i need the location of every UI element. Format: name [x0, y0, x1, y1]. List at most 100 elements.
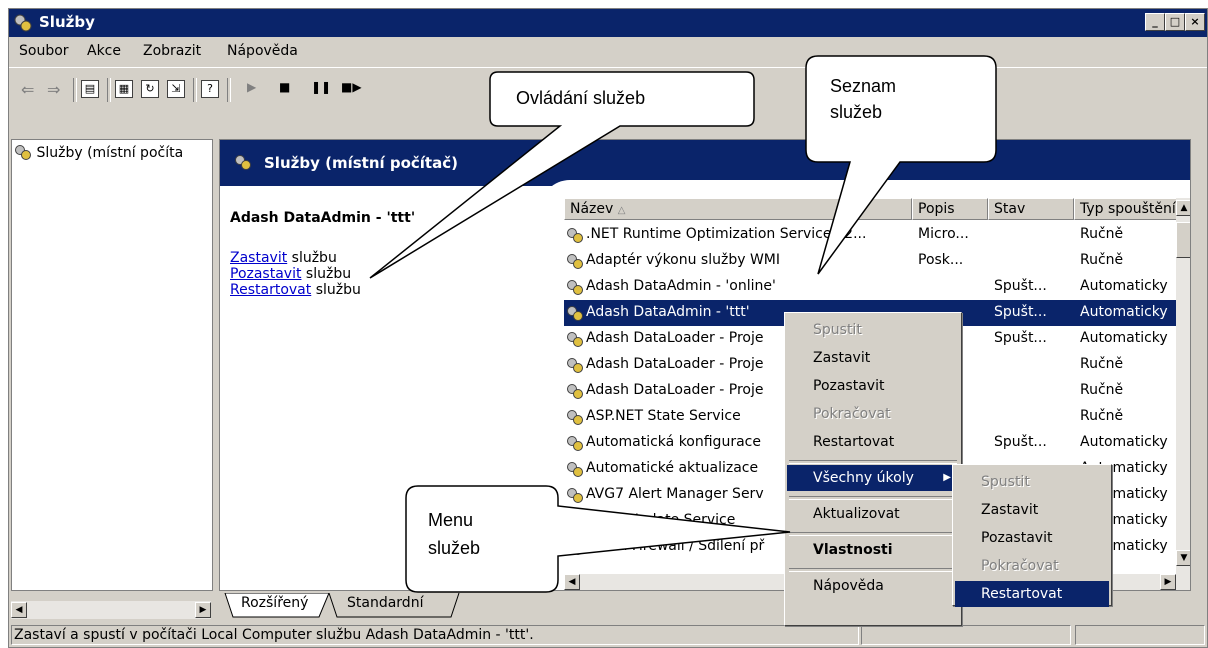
pane-title: Služby (místní počítač)	[264, 154, 458, 172]
list-vertical-scrollbar[interactable]: ▲ ▼	[1176, 198, 1190, 590]
action-suffix: službu	[301, 266, 352, 282]
restart-service-link[interactable]: Restartovat	[230, 282, 311, 298]
extended-view-panel: Adash DataAdmin - 'ttt' Zastavit službu …	[230, 210, 530, 298]
menu-separator	[789, 568, 957, 572]
table-row[interactable]: Adash DataAdmin - 'online' Spušt... Automa…	[564, 274, 1176, 300]
forward-arrow-icon[interactable]: ⇒	[47, 80, 60, 99]
stop-service-link[interactable]: Zastavit	[230, 250, 287, 266]
service-gear-icon	[567, 410, 583, 425]
cell-state: Spušt...	[994, 434, 1047, 450]
service-gear-icon	[567, 254, 583, 269]
scroll-thumb[interactable]	[1176, 222, 1190, 258]
restart-service-icon[interactable]: ■▶	[341, 80, 362, 94]
service-gear-icon	[567, 332, 583, 347]
menu-zobrazit[interactable]: Zobrazit	[143, 43, 201, 59]
cell-start: Automaticky	[1080, 330, 1168, 346]
cell-start: Ručně	[1080, 356, 1124, 372]
tree-horizontal-scrollbar[interactable]: ◀ ▶	[11, 601, 211, 619]
context-menu-item-restartovat[interactable]: Restartovat	[787, 429, 959, 455]
tab-extended[interactable]: Rozšířený	[241, 595, 308, 611]
menu-separator	[789, 532, 957, 536]
menu-separator	[789, 460, 957, 464]
tree-item-services[interactable]: Služby (místní počíta	[14, 144, 183, 161]
services-gear-icon	[235, 155, 251, 170]
menu-separator	[789, 496, 957, 500]
start-service-icon[interactable]: ▶	[247, 80, 256, 94]
service-gear-icon	[567, 306, 583, 321]
tab-standard[interactable]: Standardní	[347, 595, 423, 611]
maximize-button[interactable]: □	[1165, 13, 1185, 31]
context-menu-item-pokračovat[interactable]: Pokračovat	[787, 401, 959, 427]
refresh-icon[interactable]: ↻	[141, 80, 159, 98]
action-stop-line: Zastavit službu	[230, 250, 530, 266]
menu-item-label: Vlastnosti	[813, 542, 893, 558]
service-gear-icon	[567, 436, 583, 451]
stop-service-icon[interactable]: ■	[279, 80, 290, 94]
cell-name: Adaptér výkonu služby WMI	[586, 252, 781, 268]
callout-service-list-line1: Seznam	[830, 76, 897, 96]
table-row[interactable]: Adaptér výkonu služby WMI Posk... Ručně	[564, 248, 1176, 274]
submenu-item-pokračovat[interactable]: Pokračovat	[955, 553, 1109, 579]
cell-state: Spušt...	[994, 304, 1047, 320]
context-menu-item-pozastavit[interactable]: Pozastavit	[787, 373, 959, 399]
column-header-startup-type[interactable]: Typ spouštění	[1074, 198, 1178, 220]
scroll-right-icon[interactable]: ▶	[195, 602, 211, 618]
submenu-item-restartovat[interactable]: Restartovat	[955, 581, 1109, 607]
context-menu-item-nápověda[interactable]: Nápověda	[787, 573, 959, 599]
context-menu-item-všechny-úkoly[interactable]: Všechny úkoly ▶	[787, 465, 959, 491]
selected-service-name: Adash DataAdmin - 'ttt'	[230, 210, 416, 226]
scroll-left-icon[interactable]: ◀	[564, 574, 580, 590]
menu-item-label: Zastavit	[981, 502, 1039, 518]
scroll-right-icon[interactable]: ▶	[1160, 574, 1176, 590]
service-gear-icon	[567, 358, 583, 373]
context-menu-item-aktualizovat[interactable]: Aktualizovat	[787, 501, 959, 527]
menu-akce[interactable]: Akce	[87, 43, 121, 59]
tree-item-label: Služby (místní počíta	[36, 145, 184, 161]
context-menu-item-zastavit[interactable]: Zastavit	[787, 345, 959, 371]
column-header-description[interactable]: Popis	[912, 198, 988, 220]
export-list-icon[interactable]: ⇲	[167, 80, 185, 98]
service-gear-icon	[567, 280, 583, 295]
status-panel-3	[1075, 625, 1205, 645]
sort-ascending-icon: △	[617, 205, 626, 216]
pause-service-link[interactable]: Pozastavit	[230, 266, 301, 282]
context-menu-item-spustit[interactable]: Spustit	[787, 317, 959, 343]
service-gear-icon	[567, 514, 583, 529]
properties-icon[interactable]: ▦	[115, 80, 133, 98]
submenu-item-spustit[interactable]: Spustit	[955, 469, 1109, 495]
all-tasks-submenu: Spustit Zastavit Pozastavit Pokračovat Resta…	[952, 464, 1112, 607]
table-row[interactable]: .NET Runtime Optimization Service v2... M…	[564, 222, 1176, 248]
menu-soubor[interactable]: Soubor	[19, 43, 69, 59]
menu-item-label: Všechny úkoly	[813, 470, 914, 486]
minimize-button[interactable]: _	[1145, 13, 1165, 31]
menu-napoveda[interactable]: Nápověda	[227, 43, 298, 59]
action-suffix: službu	[287, 250, 337, 266]
submenu-item-pozastavit[interactable]: Pozastavit	[955, 525, 1109, 551]
services-gear-icon	[14, 14, 32, 32]
menu-item-label: Nápověda	[813, 578, 884, 594]
cell-start: Automaticky	[1080, 278, 1168, 294]
scroll-up-icon[interactable]: ▲	[1176, 200, 1190, 216]
cell-start: Automaticky	[1080, 434, 1168, 450]
scroll-left-icon[interactable]: ◀	[11, 602, 27, 618]
menu-item-label: Spustit	[813, 322, 862, 338]
back-arrow-icon[interactable]: ⇐	[21, 80, 34, 99]
column-header-status[interactable]: Stav	[988, 198, 1074, 220]
title-bar: Služby _ □ ×	[9, 9, 1207, 37]
menu-item-label: Pozastavit	[813, 378, 885, 394]
status-panel-2	[861, 625, 1071, 645]
show-hide-tree-icon[interactable]: ▤	[81, 80, 99, 98]
column-header-name[interactable]: Název △	[564, 198, 912, 220]
submenu-item-zastavit[interactable]: Zastavit	[955, 497, 1109, 523]
help-icon[interactable]: ?	[201, 80, 219, 98]
menu-item-label: Restartovat	[813, 434, 895, 450]
callout-service-controls: Ovládání služeb	[516, 88, 646, 108]
scroll-down-icon[interactable]: ▼	[1176, 550, 1190, 566]
cell-desc: Posk...	[918, 252, 964, 268]
menu-item-label: Spustit	[981, 474, 1030, 490]
pause-service-icon[interactable]: ❚❚	[311, 80, 331, 94]
cell-start: Ručně	[1080, 408, 1124, 424]
cell-start: Ručně	[1080, 252, 1124, 268]
close-button[interactable]: ×	[1185, 13, 1205, 31]
context-menu-item-vlastnosti[interactable]: Vlastnosti	[787, 537, 959, 563]
